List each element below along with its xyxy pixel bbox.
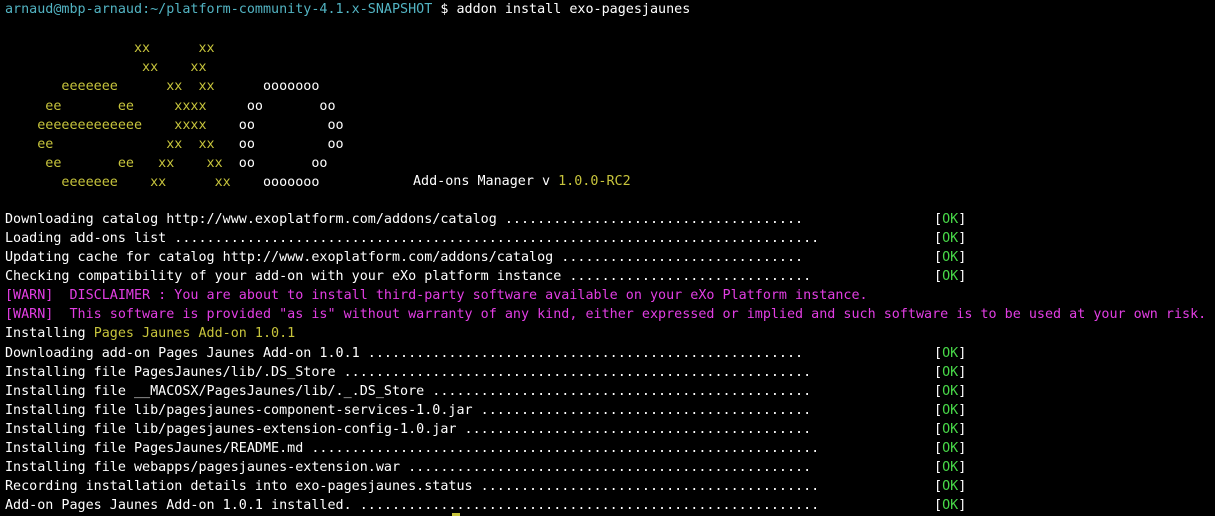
installing-prefix: Installing xyxy=(5,326,94,342)
status-ok-badge: [OK] xyxy=(934,345,967,361)
output-text: Loading add-ons list ...................… xyxy=(5,231,828,247)
ascii-art-line: ee ee xxxx oo oo xyxy=(5,97,336,116)
ok-label: OK xyxy=(942,345,959,361)
ascii-art-line: xx xx xyxy=(5,39,215,58)
manager-version: 1.0.0-RC2 xyxy=(558,174,631,189)
ok-label: OK xyxy=(942,231,959,247)
output-line: Downloading add-on Pages Jaunes Add-on 1… xyxy=(5,344,934,363)
output-line: Downloading catalog http://www.exoplatfo… xyxy=(5,210,934,229)
output-line: Loading add-ons list ...................… xyxy=(5,229,934,248)
output-line: Add-on Pages Jaunes Add-on 1.0.1 install… xyxy=(5,496,934,515)
status-ok-badge: [OK] xyxy=(934,383,967,399)
status-ok-badge: [OK] xyxy=(934,250,967,266)
status-ok-badge: [OK] xyxy=(934,269,967,285)
ascii-art-x-e: eeeeeee xx xx xyxy=(5,175,231,191)
status-ok-badge: [OK] xyxy=(934,460,967,476)
status-ok-badge: [OK] xyxy=(934,231,967,247)
ascii-art-o: ooooooo xyxy=(214,79,320,95)
status-ok-badge: [OK] xyxy=(934,498,967,514)
output-text: Add-on Pages Jaunes Add-on 1.0.1 install… xyxy=(5,498,828,514)
addon-name: Pages Jaunes Add-on 1.0.1 xyxy=(93,326,296,342)
output-line: Recording installation details into exo-… xyxy=(5,477,934,496)
ascii-art-line: eeeeeeeeeeeee xxxx oo oo xyxy=(5,116,344,135)
output-line: Installing file __MACOSX/PagesJaunes/lib… xyxy=(5,382,934,401)
ascii-art-x-e: xx xx xyxy=(5,41,215,56)
ascii-art-o: ooooooo xyxy=(230,175,320,191)
output-text: Installing file PagesJaunes/lib/.DS_Stor… xyxy=(5,364,820,380)
ascii-art-x-e: xx xx xyxy=(5,60,207,76)
output-text: Installing file webapps/pagesjaunes-exte… xyxy=(5,460,820,476)
output-line: Checking compatibility of your add-on wi… xyxy=(5,267,934,286)
ascii-art-x-e: ee xx xx xyxy=(5,137,215,152)
output-text: Installing file lib/pagesjaunes-componen… xyxy=(5,402,820,418)
prompt-symbol: $ xyxy=(432,2,457,17)
output-line: [WARN] This software is provided "as is"… xyxy=(5,307,1207,323)
ascii-art-o: oo oo xyxy=(206,117,344,133)
status-ok-badge: [OK] xyxy=(934,212,967,227)
ascii-art-line: eeeeeee xx xx ooooooo xyxy=(5,173,319,192)
ok-label: OK xyxy=(942,440,959,456)
prompt-path: :~/platform-community-4.1.x-SNAPSHOT xyxy=(142,2,433,17)
ok-label: OK xyxy=(942,212,959,227)
ok-label: OK xyxy=(942,460,959,476)
ok-label: OK xyxy=(942,364,959,380)
ascii-art-line: eeeeeee xx xx ooooooo xyxy=(5,77,319,96)
output-text: Downloading add-on Pages Jaunes Add-on 1… xyxy=(5,345,812,361)
prompt-line: arnaud@mbp-arnaud:~/platform-community-4… xyxy=(5,0,690,19)
ok-label: OK xyxy=(942,250,959,266)
prompt-user-host: arnaud@mbp-arnaud xyxy=(5,2,143,17)
ok-label: OK xyxy=(942,383,959,399)
output-line: Installing file PagesJaunes/lib/.DS_Stor… xyxy=(5,363,934,382)
output-text: Downloading catalog http://www.exoplatfo… xyxy=(5,212,812,227)
manager-version-line: Add-ons Manager v 1.0.0-RC2 xyxy=(413,172,631,191)
ascii-art-x-e: ee ee xx xx xyxy=(5,156,223,172)
ascii-art-x-e: eeeeeee xx xx xyxy=(5,79,215,95)
output-line: Installing file lib/pagesjaunes-componen… xyxy=(5,401,934,420)
output-text: Updating cache for catalog http://www.ex… xyxy=(5,250,812,266)
ascii-art-o: oo oo xyxy=(214,137,344,152)
ascii-art-o: oo oo xyxy=(222,156,328,172)
output-line: Installing Pages Jaunes Add-on 1.0.1 xyxy=(5,324,295,343)
status-ok-badge: [OK] xyxy=(934,402,967,418)
status-ok-badge: [OK] xyxy=(934,421,967,437)
ok-label: OK xyxy=(942,421,959,437)
ok-label: OK xyxy=(942,269,959,285)
output-text: Installing file __MACOSX/PagesJaunes/lib… xyxy=(5,383,820,399)
output-line: Installing file lib/pagesjaunes-extensio… xyxy=(5,420,934,439)
ascii-art-o: oo oo xyxy=(206,98,336,114)
ascii-art-line: xx xx xyxy=(5,58,207,77)
ascii-art-x-e: eeeeeeeeeeeee xxxx xyxy=(5,117,207,133)
output-text: Checking compatibility of your add-on wi… xyxy=(5,269,820,285)
output-line: Installing file PagesJaunes/README.md ..… xyxy=(5,439,934,458)
manager-label: Add-ons Manager v xyxy=(413,174,559,189)
ascii-art-line: ee xx xx oo oo xyxy=(5,135,344,154)
output-text: Recording installation details into exo-… xyxy=(5,479,828,495)
output-line: [WARN] DISCLAIMER : You are about to ins… xyxy=(5,288,868,304)
prompt-command: addon install exo-pagesjaunes xyxy=(456,2,691,17)
ok-label: OK xyxy=(942,402,959,418)
output-line: Updating cache for catalog http://www.ex… xyxy=(5,248,934,267)
terminal-window[interactable]: arnaud@mbp-arnaud:~/platform-community-4… xyxy=(0,0,1215,516)
status-ok-badge: [OK] xyxy=(934,479,967,495)
output-text: Installing file lib/pagesjaunes-extensio… xyxy=(5,421,820,437)
status-ok-badge: [OK] xyxy=(934,440,967,456)
ascii-art-x-e: ee ee xxxx xyxy=(5,98,207,114)
status-ok-badge: [OK] xyxy=(934,364,967,380)
ok-label: OK xyxy=(942,479,959,495)
output-line: Installing file webapps/pagesjaunes-exte… xyxy=(5,458,934,477)
ascii-art-line: ee ee xx xx oo oo xyxy=(5,154,327,173)
output-text: Installing file PagesJaunes/README.md ..… xyxy=(5,440,828,456)
ok-label: OK xyxy=(942,498,959,514)
